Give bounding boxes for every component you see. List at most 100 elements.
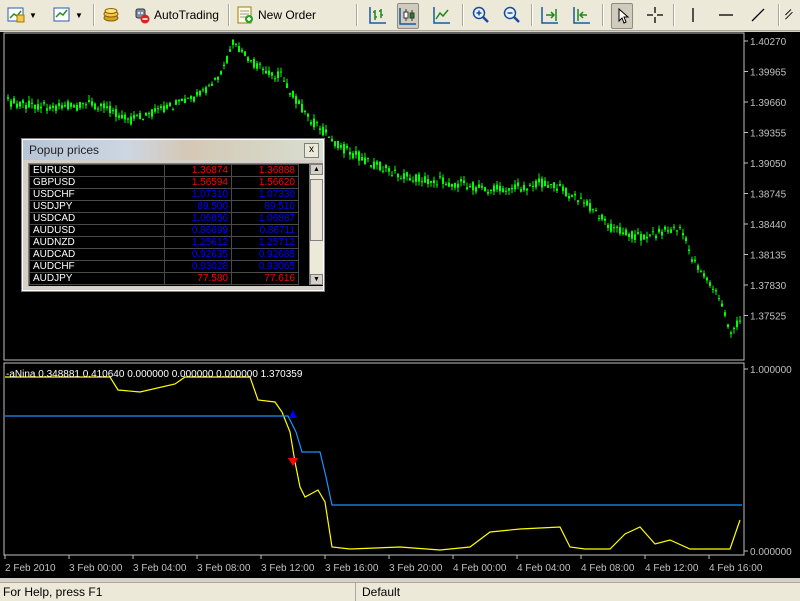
trendline-button[interactable] [748,3,768,27]
new-order-button[interactable]: New Order [235,3,316,27]
candle-body [676,230,678,232]
candle-body [580,197,582,199]
autotrading-label: AutoTrading [154,8,219,22]
candle-body [385,165,387,169]
new-chart-button[interactable]: ▼ [6,3,37,27]
scroll-thumb[interactable] [310,179,323,241]
chart-window[interactable]: 1.40270 1.39965 1.39660 1.39355 1.39050 1.387… [0,32,800,578]
indicator-label: -aNina 0.348881 0.410640 0.000000 0.0000… [6,369,303,380]
popup-close-button[interactable]: x [304,143,319,158]
candle-body [721,303,723,307]
candle-body [394,169,396,171]
auto-scroll-button[interactable] [540,3,560,27]
candle-body [190,95,192,99]
candle-body [247,57,249,62]
price-row-bid: 1.07310 [164,188,232,201]
candle-body [214,77,216,80]
candle-body [718,298,720,300]
candle-body [517,182,519,187]
time-tick-label: 3 Feb 08:00 [197,563,251,574]
candle-body [595,210,597,212]
candle-body [637,232,639,234]
candle-body [46,108,48,111]
candlestick-button[interactable] [397,3,419,29]
candle-body [121,114,123,119]
crosshair-button[interactable] [645,3,665,27]
main-toolbar: ▼ ▼ AutoTrading New Order [0,0,800,31]
candle-body [622,232,624,235]
autotrading-button[interactable]: AutoTrading [131,3,219,27]
candle-body [577,200,579,203]
candle-body [727,324,729,328]
popup-prices-window[interactable]: Popup prices x EURUSD 1.36874 1.36888 GBPUS… [21,138,325,292]
candle-body [292,90,294,98]
chart-shift-button[interactable] [572,3,592,27]
time-tick-label: 3 Feb 16:00 [325,563,379,574]
vertical-line-icon [692,8,694,22]
price-row-bid: 1.06856 [164,212,232,225]
candle-body [310,122,312,125]
candle-body [58,103,60,107]
candle-body [109,105,111,114]
time-tick-label: 4 Feb 12:00 [645,563,699,574]
candle-body [52,105,54,108]
candle-body [196,91,198,96]
candle-body [55,105,57,111]
line-chart-button[interactable] [432,3,452,27]
toolbar-separator [531,4,533,26]
horizontal-line-button[interactable] [716,3,736,27]
candle-body [13,98,15,104]
candle-body [211,83,213,86]
channel-button[interactable] [784,3,798,27]
candle-body [313,118,315,128]
candle-body [301,103,303,113]
chart-shift-icon [573,7,590,24]
candle-body [667,230,669,232]
candle-body [673,226,675,228]
candle-body [424,176,426,183]
scroll-down-icon[interactable]: ▼ [310,274,323,285]
candle-body [679,227,681,229]
toolbar-separator [462,4,464,26]
candle-body [256,63,258,69]
candle-body [238,45,240,52]
price-row-symbol: AUDUSD [29,224,165,237]
popup-title: Popup prices [29,143,100,157]
cursor-button[interactable] [611,3,633,29]
vertical-line-button[interactable] [683,3,703,27]
zoom-in-button[interactable] [471,3,491,27]
toolbar-separator [356,4,358,26]
profiles-button[interactable]: ▼ [52,3,83,27]
price-row-bid: 89.500 [164,200,232,213]
channel-icon [785,9,793,20]
zoom-out-button[interactable] [502,3,522,27]
candle-body [541,178,543,188]
price-row-bid: 77.580 [164,272,232,285]
market-watch-button[interactable] [101,3,121,27]
candle-body [103,103,105,109]
popup-title-bar[interactable]: Popup prices [23,140,323,160]
candle-body [124,114,126,120]
candle-body [106,106,108,109]
candle-body [229,49,231,52]
candle-body [691,259,693,262]
price-row-symbol: USDCHF [29,188,165,201]
bar-chart-button[interactable] [368,3,388,27]
popup-scrollbar[interactable]: ▲ ▼ [309,164,323,285]
price-chart[interactable]: 1.40270 1.39965 1.39660 1.39355 1.39050 1.387… [0,32,800,578]
candle-body [379,162,381,171]
candle-body [655,235,657,239]
candle-body [43,102,45,104]
candle-body [163,105,165,113]
new-chart-icon [7,7,25,23]
candle-body [262,68,264,71]
scroll-up-icon[interactable]: ▲ [310,164,323,175]
candle-body [250,60,252,62]
price-row: AUDNZD 1.25612 1.25712 [29,236,299,249]
candle-body [715,290,717,292]
time-tick-label: 3 Feb 04:00 [133,563,187,574]
indicator-pane-frame [3,362,745,556]
candle-body [349,151,351,155]
candle-body [544,180,546,187]
candle-body [469,186,471,188]
